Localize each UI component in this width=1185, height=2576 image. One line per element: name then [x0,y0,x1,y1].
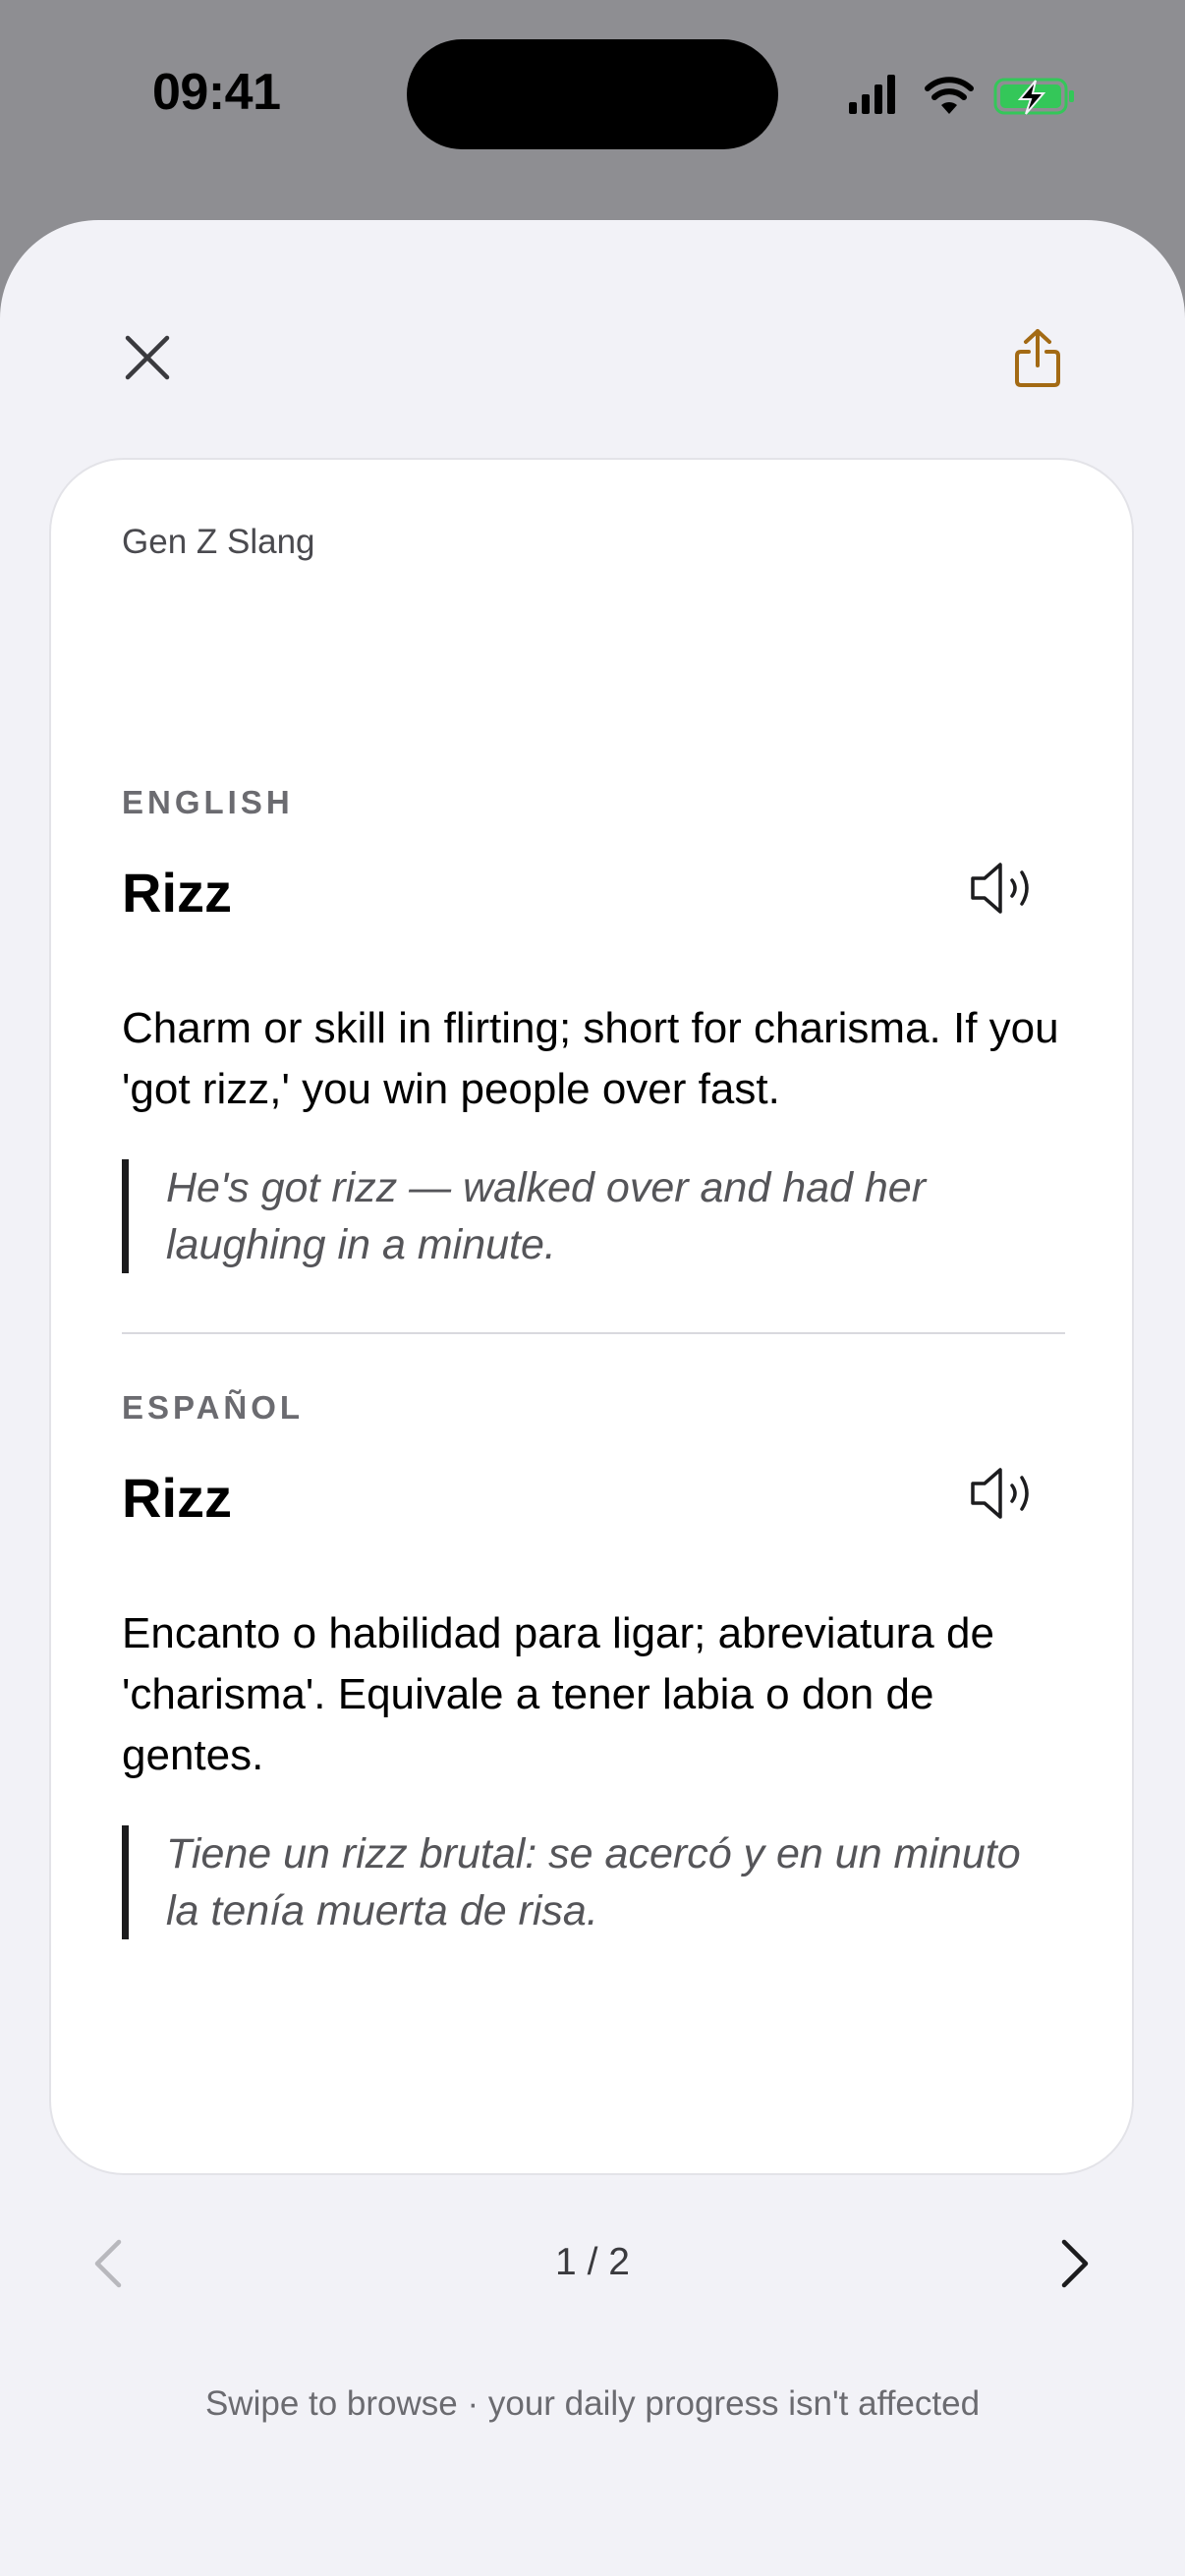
english-example: He's got rizz — walked over and had her … [122,1159,1065,1273]
cellular-signal-icon [849,75,895,114]
spanish-example: Tiene un rizz brutal: se acercó y en un … [122,1825,1065,1939]
dynamic-island [407,39,778,149]
spanish-term: Rizz [122,1467,232,1529]
spanish-label: ESPAÑOL [122,1389,305,1426]
close-icon [125,335,170,380]
close-button[interactable] [108,318,187,397]
english-definition: Charm or skill in flirting; short for ch… [122,1004,1059,1113]
chevron-right-icon [1061,2239,1089,2288]
flash-card[interactable]: Gen Z Slang ENGLISH Rizz Charm or skill … [49,458,1134,2175]
modal-sheet: Gen Z Slang ENGLISH Rizz Charm or skill … [0,220,1185,2576]
english-speaker-button[interactable] [969,859,1038,918]
share-icon [1015,329,1060,387]
status-time: 09:41 [152,64,281,121]
share-button[interactable] [996,314,1079,403]
english-term: Rizz [122,862,232,924]
screen: 09:41 Gen Z Slang ENGLISH Rizz Charm or … [0,0,1185,2576]
battery-charging-icon [993,78,1074,115]
status-icons [849,75,1074,115]
swipe-hint: Swipe to browse · your daily progress is… [204,2384,981,2423]
section-divider [122,1332,1065,1334]
deck-name: Gen Z Slang [122,523,315,561]
english-label: ENGLISH [122,784,294,820]
page-indicator: 1 / 2 [555,2241,630,2283]
next-card-button[interactable] [1045,2224,1104,2303]
spanish-speaker-button[interactable] [969,1464,1038,1523]
wifi-icon [925,77,974,114]
spanish-definition: Encanto o habilidad para ligar; abreviat… [122,1609,994,1779]
